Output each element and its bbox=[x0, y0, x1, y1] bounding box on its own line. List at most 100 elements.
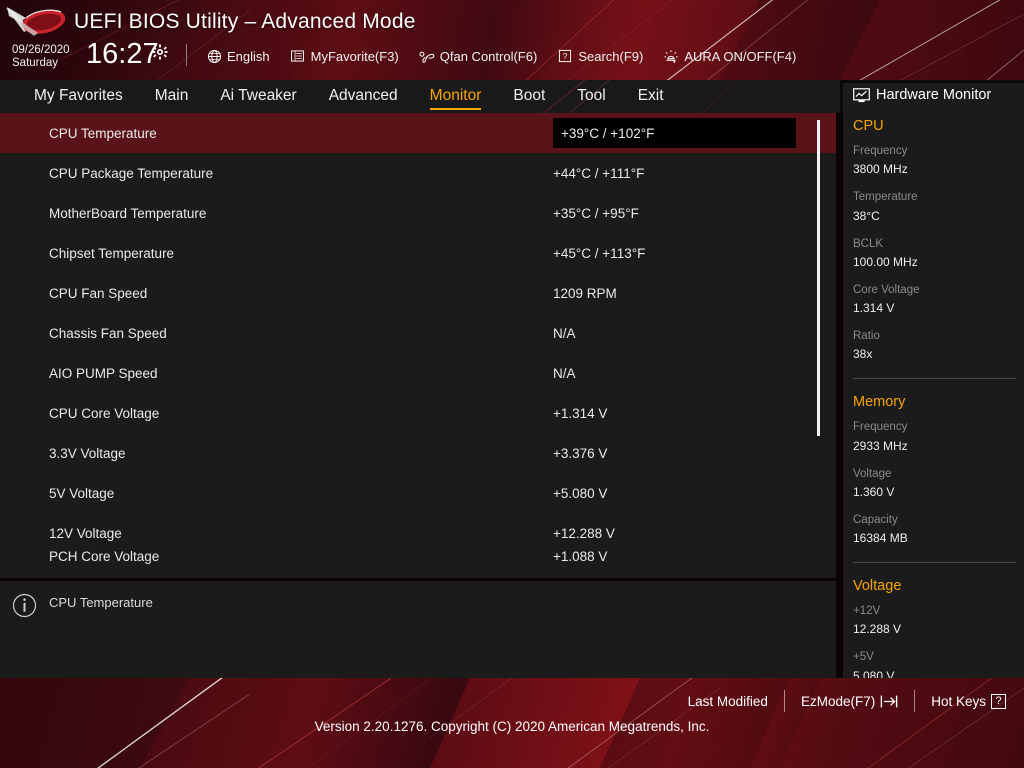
table-row[interactable]: CPU Fan Speed 1209 RPM bbox=[0, 273, 836, 313]
sidebar-stat: +12V 12.288 V bbox=[853, 603, 941, 638]
stat-key: +5V bbox=[853, 651, 874, 664]
sidebar-group-title: Voltage bbox=[853, 578, 902, 594]
table-row[interactable]: CPU Core Voltage +1.314 V bbox=[0, 393, 836, 433]
stat-key: Ratio bbox=[853, 330, 880, 342]
last-modified-label: Last Modified bbox=[687, 693, 768, 709]
hotkeys-button[interactable]: Hot Keys ? bbox=[931, 693, 1006, 709]
stat-value: 100.00 MHz bbox=[853, 254, 918, 269]
table-row[interactable]: 3.3V Voltage +3.376 V bbox=[0, 433, 836, 473]
qfan-control-label: Qfan Control(F6) bbox=[439, 48, 538, 64]
ezmode-label: EzMode(F7) bbox=[800, 693, 876, 709]
row-label: 5V Voltage bbox=[49, 485, 115, 501]
row-label: 12V Voltage bbox=[49, 525, 122, 541]
language-button[interactable]: English bbox=[206, 48, 270, 64]
date-text: 09/26/2020 bbox=[12, 44, 70, 56]
footer-divider bbox=[783, 690, 785, 712]
ezmode-button[interactable]: EzMode(F7) bbox=[801, 694, 898, 709]
row-value: +3.376 V bbox=[553, 445, 608, 461]
stat-value: 16384 MB bbox=[853, 531, 908, 545]
tab-monitor[interactable]: Monitor bbox=[429, 87, 481, 110]
sidebar-stat: Voltage 1.360 V bbox=[853, 466, 941, 501]
tab-main[interactable]: Main bbox=[155, 87, 189, 107]
tabbar-streaks bbox=[542, 80, 739, 113]
table-row[interactable]: 5V Voltage +5.080 V bbox=[0, 473, 836, 513]
sidebar-stat: BCLK 100.00 MHz bbox=[853, 236, 941, 271]
aura-button[interactable]: AURA ON/OFF(F4) bbox=[663, 48, 796, 64]
row-label: AIO PUMP Speed bbox=[49, 365, 158, 381]
sidebar-stat: Ratio 38x bbox=[853, 328, 1024, 363]
table-row[interactable]: CPU Temperature +39°C / +102°F bbox=[0, 113, 836, 153]
table-row[interactable]: Chipset Temperature +45°C / +113°F bbox=[0, 233, 836, 273]
sidebar-stat: Temperature 38°C bbox=[853, 189, 941, 224]
row-label: CPU Package Temperature bbox=[49, 165, 214, 181]
sidebar-title-label: Hardware Monitor bbox=[876, 87, 992, 103]
table-row[interactable]: AIO PUMP Speed N/A bbox=[0, 353, 836, 393]
sidebar-group-cpu: CPU Frequency 3800 MHz Temperature 38°C … bbox=[853, 118, 1024, 380]
main-navigation-tabs: My Favorites Main Ai Tweaker Advanced Mo… bbox=[0, 80, 840, 113]
row-label: Chassis Fan Speed bbox=[49, 325, 167, 341]
search-button[interactable]: ? Search(F9) bbox=[557, 48, 643, 64]
search-label: Search(F9) bbox=[578, 48, 644, 64]
aura-label: AURA ON/OFF(F4) bbox=[684, 48, 797, 64]
tab-my-favorites[interactable]: My Favorites bbox=[34, 87, 123, 107]
monitor-settings-panel: CPU Temperature +39°C / +102°F CPU Packa… bbox=[0, 113, 836, 578]
stat-value: 2933 MHz bbox=[853, 438, 908, 453]
scrollbar-thumb[interactable] bbox=[817, 120, 820, 436]
row-value: +44°C / +111°F bbox=[553, 165, 645, 181]
row-value: 1209 RPM bbox=[553, 285, 617, 301]
last-modified-button[interactable]: Last Modified bbox=[688, 694, 768, 709]
help-info-panel: CPU Temperature bbox=[0, 581, 836, 678]
tab-exit[interactable]: Exit bbox=[638, 87, 664, 107]
scrollbar-track[interactable] bbox=[817, 116, 828, 575]
stat-key: Frequency bbox=[853, 421, 908, 434]
sidebar-group-voltage: Voltage +12V 12.288 V +5V 5.080 V +3.3V … bbox=[853, 578, 1024, 678]
monitor-icon bbox=[853, 87, 870, 102]
qfan-control-button[interactable]: Qfan Control(F6) bbox=[419, 48, 538, 64]
row-label: PCH Core Voltage bbox=[49, 549, 160, 564]
tab-tool[interactable]: Tool bbox=[577, 87, 605, 107]
weekday-text: Saturday bbox=[12, 57, 59, 70]
list-icon bbox=[290, 48, 306, 64]
sidebar-divider bbox=[853, 378, 1016, 380]
svg-text:?: ? bbox=[563, 51, 568, 61]
row-label: 3.3V Voltage bbox=[49, 445, 126, 461]
stat-key: Capacity bbox=[853, 513, 898, 526]
row-label: Chipset Temperature bbox=[49, 245, 175, 261]
row-value: N/A bbox=[553, 365, 576, 381]
table-row[interactable]: Chassis Fan Speed N/A bbox=[0, 313, 836, 353]
stat-key: Frequency bbox=[853, 145, 908, 157]
header-bar: UEFI BIOS Utility – Advanced Mode 09/26/… bbox=[0, 0, 1024, 80]
tab-ai-tweaker[interactable]: Ai Tweaker bbox=[220, 87, 296, 107]
row-label: CPU Temperature bbox=[49, 125, 157, 141]
gear-icon[interactable] bbox=[152, 44, 168, 60]
stat-value: 38x bbox=[853, 347, 873, 362]
row-value: +39°C / +102°F bbox=[561, 125, 655, 141]
sidebar-stat: Frequency 2933 MHz bbox=[853, 419, 941, 454]
row-value: +35°C / +95°F bbox=[553, 205, 639, 221]
stat-value: 3800 MHz bbox=[853, 162, 908, 177]
rog-eye-logo bbox=[6, 7, 66, 36]
table-row[interactable]: CPU Package Temperature +44°C / +111°F bbox=[0, 153, 836, 193]
sidebar-title: Hardware Monitor bbox=[853, 87, 1024, 103]
footer-divider bbox=[914, 690, 916, 712]
tab-advanced[interactable]: Advanced bbox=[329, 87, 398, 107]
aura-light-icon bbox=[663, 48, 679, 64]
table-row[interactable]: MotherBoard Temperature +35°C / +95°F bbox=[0, 193, 836, 233]
tab-boot[interactable]: Boot bbox=[513, 87, 545, 107]
sidebar-stat: +5V 5.080 V bbox=[853, 649, 941, 678]
stat-value: 12.288 V bbox=[853, 622, 902, 637]
table-row[interactable]: PCH Core Voltage +1.088 V bbox=[0, 549, 836, 573]
page-title: UEFI BIOS Utility – Advanced Mode bbox=[74, 10, 416, 33]
row-value: +12.288 V bbox=[553, 525, 615, 541]
row-value: +5.080 V bbox=[553, 485, 608, 501]
header-actions: English MyFavorite(F3) Qfan Control(F6) … bbox=[206, 45, 816, 67]
table-row[interactable]: 12V Voltage +12.288 V bbox=[0, 513, 836, 553]
exit-arrow-icon bbox=[880, 695, 898, 707]
stat-key: BCLK bbox=[853, 237, 884, 250]
stat-key: Temperature bbox=[853, 191, 918, 204]
row-label: CPU Core Voltage bbox=[49, 405, 160, 421]
myfavorite-button[interactable]: MyFavorite(F3) bbox=[290, 48, 399, 64]
stat-value: 38°C bbox=[853, 208, 880, 223]
row-value: +1.088 V bbox=[553, 549, 608, 564]
sidebar-stat: Capacity 16384 MB bbox=[853, 512, 1024, 547]
